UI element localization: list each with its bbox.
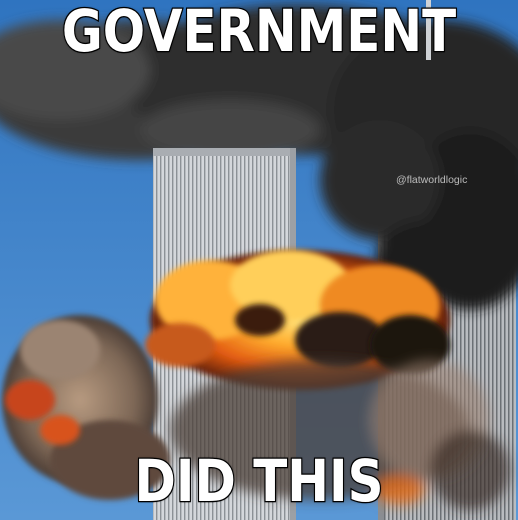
twin-towers-explosion-scene	[0, 0, 518, 520]
watermark: @flatworldlogic	[396, 174, 468, 186]
meme-bottom-text: DID THIS	[133, 447, 384, 515]
meme-image: @flatworldlogic GOVERNMENT DID THIS	[0, 0, 518, 520]
meme-top-text: GOVERNMENT	[61, 0, 457, 65]
